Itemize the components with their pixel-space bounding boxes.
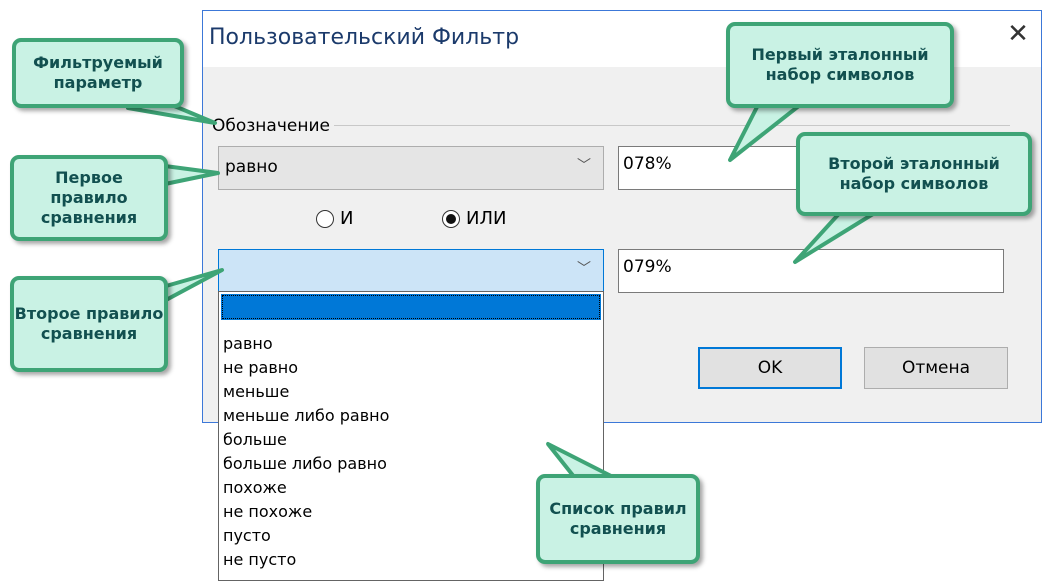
first-rule-value: равно — [225, 157, 278, 177]
callout-second-set-text: Второй эталонный набор символов — [828, 154, 1000, 193]
callout-second-rule: Второе правило сравнения — [10, 276, 168, 372]
first-rule-combo[interactable]: равно ﹀ — [218, 146, 604, 190]
callout-first-rule: Первое правило сравнения — [10, 155, 168, 241]
callout-first-rule-text: Первое правило сравнения — [40, 168, 138, 227]
callout-second-rule-text: Второе правило сравнения — [14, 304, 164, 343]
cancel-button[interactable]: Отмена — [864, 347, 1008, 389]
callout-first-set-text: Первый эталонный набор символов — [751, 45, 929, 84]
radio-or-circle[interactable] — [442, 209, 460, 228]
ok-button[interactable]: OK — [698, 347, 842, 389]
callout-filter-param-text: Фильтруемый параметр — [33, 53, 163, 92]
callout-first-set: Первый эталонный набор символов — [726, 22, 954, 108]
list-item[interactable]: равно — [219, 332, 603, 356]
second-rule-combo[interactable]: ﹀ — [218, 249, 604, 293]
radio-and-circle[interactable] — [316, 209, 334, 228]
filter-parameter-label: Обозначение — [208, 114, 334, 138]
callout-filter-param: Фильтруемый параметр — [12, 38, 184, 108]
callout-second-set: Второй эталонный набор символов — [796, 132, 1032, 216]
dialog-title: Пользовательский Фильтр — [209, 25, 520, 50]
list-item[interactable]: меньше либо равно — [219, 404, 603, 428]
list-item[interactable]: больше — [219, 428, 603, 452]
list-item[interactable]: меньше — [219, 380, 603, 404]
radio-or-label: ИЛИ — [466, 208, 507, 229]
close-icon[interactable]: ✕ — [1003, 19, 1033, 49]
radio-or[interactable]: ИЛИ — [442, 208, 506, 229]
radio-and[interactable]: И — [316, 208, 353, 229]
list-item[interactable]: больше либо равно — [219, 452, 603, 476]
list-item[interactable] — [221, 294, 601, 320]
callout-rules-list-text: Список правил сравнения — [549, 499, 687, 538]
callout-rules-list: Список правил сравнения — [536, 474, 700, 564]
list-item[interactable]: не равно — [219, 356, 603, 380]
chevron-down-icon[interactable]: ﹀ — [577, 155, 591, 175]
chevron-down-icon[interactable]: ﹀ — [577, 258, 591, 278]
second-value-input[interactable]: 079% — [618, 249, 1004, 293]
radio-and-label: И — [340, 208, 354, 229]
